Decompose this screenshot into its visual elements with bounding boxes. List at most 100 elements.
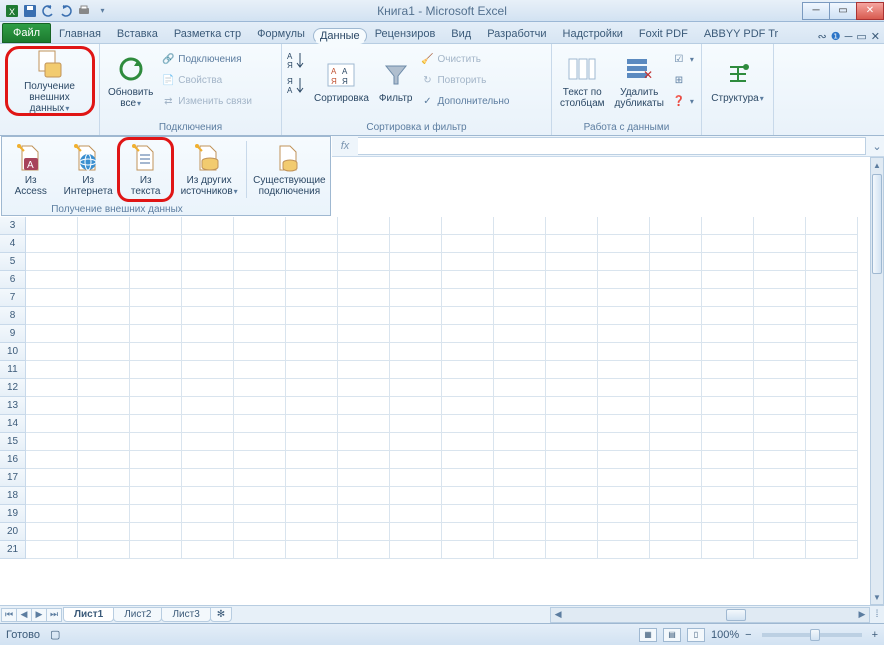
cell[interactable] bbox=[546, 289, 598, 307]
cell[interactable] bbox=[78, 541, 130, 559]
cell[interactable] bbox=[286, 343, 338, 361]
cell[interactable] bbox=[78, 307, 130, 325]
cell[interactable] bbox=[650, 271, 702, 289]
cell[interactable] bbox=[338, 361, 390, 379]
cell[interactable] bbox=[182, 343, 234, 361]
cell[interactable] bbox=[546, 343, 598, 361]
cell[interactable] bbox=[806, 379, 858, 397]
cell[interactable] bbox=[494, 505, 546, 523]
cell[interactable] bbox=[598, 469, 650, 487]
cell[interactable] bbox=[702, 325, 754, 343]
maximize-button[interactable]: ▭ bbox=[829, 2, 857, 20]
cell[interactable] bbox=[130, 217, 182, 235]
cell[interactable] bbox=[650, 487, 702, 505]
row-header[interactable]: 21 bbox=[0, 541, 26, 559]
cell[interactable] bbox=[26, 541, 78, 559]
cell[interactable] bbox=[182, 307, 234, 325]
cell[interactable] bbox=[78, 253, 130, 271]
row-header[interactable]: 19 bbox=[0, 505, 26, 523]
cell[interactable] bbox=[234, 289, 286, 307]
cell[interactable] bbox=[494, 541, 546, 559]
cell[interactable] bbox=[390, 487, 442, 505]
cell[interactable] bbox=[598, 361, 650, 379]
scroll-right-icon[interactable]: ▶ bbox=[855, 608, 869, 622]
cell[interactable] bbox=[754, 289, 806, 307]
cell[interactable] bbox=[702, 397, 754, 415]
print-preview-icon[interactable] bbox=[76, 3, 92, 19]
cell[interactable] bbox=[650, 397, 702, 415]
cell[interactable] bbox=[286, 253, 338, 271]
from-other-sources-button[interactable]: Из других источников bbox=[174, 137, 243, 202]
cell[interactable] bbox=[702, 505, 754, 523]
cell[interactable] bbox=[338, 541, 390, 559]
connections-button[interactable]: 🔗Подключения bbox=[159, 49, 254, 69]
cell[interactable] bbox=[442, 379, 494, 397]
cell[interactable] bbox=[26, 415, 78, 433]
qat-customize-icon[interactable] bbox=[94, 3, 110, 19]
scroll-up-icon[interactable]: ▲ bbox=[871, 158, 883, 172]
cell[interactable] bbox=[182, 451, 234, 469]
properties-button[interactable]: 📄Свойства bbox=[159, 70, 254, 90]
tab-review[interactable]: Рецензиров bbox=[367, 24, 444, 43]
cell[interactable] bbox=[338, 235, 390, 253]
cell[interactable] bbox=[442, 361, 494, 379]
cell[interactable] bbox=[338, 415, 390, 433]
existing-connections-button[interactable]: Существующие подключения bbox=[249, 137, 330, 202]
cell[interactable] bbox=[234, 487, 286, 505]
cell[interactable] bbox=[234, 541, 286, 559]
workbook-minimize-icon[interactable]: ─ bbox=[845, 31, 853, 43]
row-header[interactable]: 10 bbox=[0, 343, 26, 361]
cell[interactable] bbox=[286, 523, 338, 541]
sheet-nav-first[interactable]: ⏮ bbox=[1, 608, 17, 622]
cell[interactable] bbox=[130, 505, 182, 523]
cell[interactable] bbox=[182, 253, 234, 271]
close-button[interactable]: ✕ bbox=[856, 2, 884, 20]
cell[interactable] bbox=[546, 235, 598, 253]
cell[interactable] bbox=[650, 433, 702, 451]
sheet-tab-1[interactable]: Лист1 bbox=[63, 607, 114, 622]
cell[interactable] bbox=[598, 451, 650, 469]
cell[interactable] bbox=[442, 487, 494, 505]
cell[interactable] bbox=[234, 271, 286, 289]
cell[interactable] bbox=[78, 415, 130, 433]
cell[interactable] bbox=[130, 307, 182, 325]
cell[interactable] bbox=[702, 523, 754, 541]
cell[interactable] bbox=[130, 433, 182, 451]
cell[interactable] bbox=[650, 217, 702, 235]
cell[interactable] bbox=[702, 433, 754, 451]
cell[interactable] bbox=[598, 487, 650, 505]
cell[interactable] bbox=[182, 289, 234, 307]
cell[interactable] bbox=[26, 379, 78, 397]
cell[interactable] bbox=[806, 505, 858, 523]
row-header[interactable]: 17 bbox=[0, 469, 26, 487]
zoom-out-button[interactable]: − bbox=[745, 629, 751, 641]
cell[interactable] bbox=[286, 361, 338, 379]
cell[interactable] bbox=[754, 361, 806, 379]
cell[interactable] bbox=[390, 433, 442, 451]
cell[interactable] bbox=[286, 271, 338, 289]
cell[interactable] bbox=[494, 523, 546, 541]
row-header[interactable]: 9 bbox=[0, 325, 26, 343]
cell[interactable] bbox=[598, 433, 650, 451]
cell[interactable] bbox=[234, 217, 286, 235]
cell[interactable] bbox=[806, 469, 858, 487]
row-header[interactable]: 11 bbox=[0, 361, 26, 379]
cell[interactable] bbox=[806, 487, 858, 505]
cell[interactable] bbox=[546, 541, 598, 559]
cell[interactable] bbox=[78, 451, 130, 469]
cell[interactable] bbox=[286, 217, 338, 235]
cell[interactable] bbox=[494, 415, 546, 433]
cell[interactable] bbox=[650, 541, 702, 559]
cell[interactable] bbox=[754, 325, 806, 343]
cell[interactable] bbox=[338, 325, 390, 343]
cell[interactable] bbox=[234, 235, 286, 253]
cell[interactable] bbox=[182, 361, 234, 379]
cell[interactable] bbox=[494, 469, 546, 487]
workbook-restore-icon[interactable]: ▭ bbox=[856, 30, 866, 43]
cell[interactable] bbox=[338, 307, 390, 325]
cell[interactable] bbox=[546, 469, 598, 487]
cell[interactable] bbox=[390, 451, 442, 469]
cell[interactable] bbox=[390, 541, 442, 559]
cell[interactable] bbox=[182, 379, 234, 397]
cell[interactable] bbox=[546, 487, 598, 505]
